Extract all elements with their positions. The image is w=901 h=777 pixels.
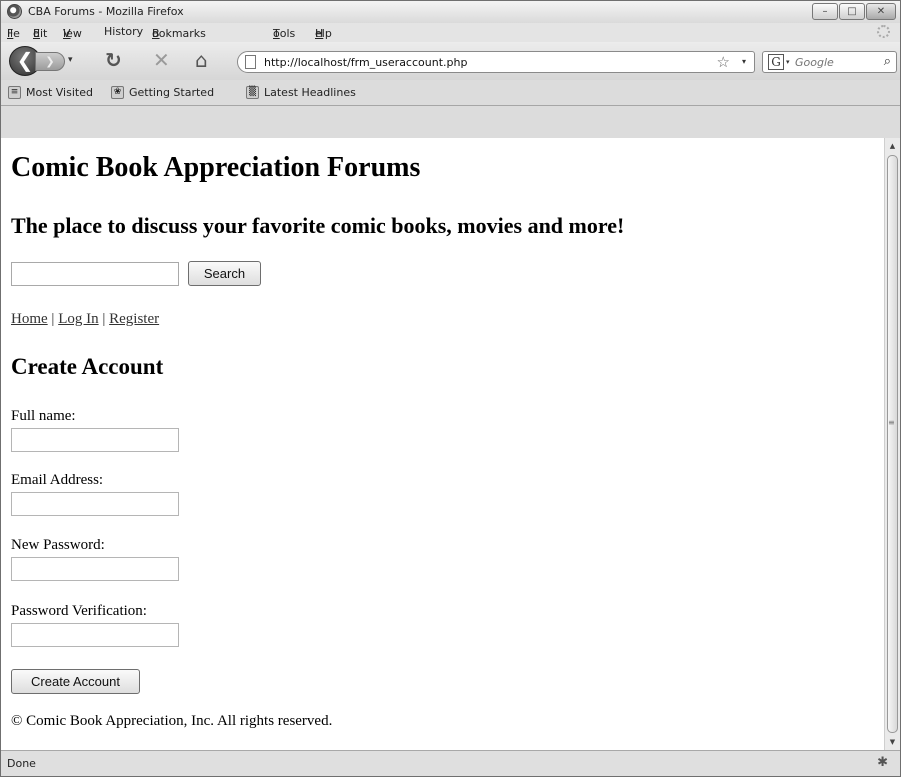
password-verification-field[interactable] (11, 623, 179, 647)
full-name-field[interactable] (11, 428, 179, 452)
firefox-logo-icon (7, 4, 22, 19)
scrollbar-thumb[interactable] (887, 155, 898, 733)
menu-view-rest: iew (63, 27, 82, 40)
getting-started-icon: ❀ (111, 86, 124, 99)
scroll-up-icon[interactable]: ▲ (885, 138, 900, 154)
web-search-input[interactable] (795, 54, 873, 70)
email-field[interactable] (11, 492, 179, 516)
site-nav: Home | Log In | Register (11, 311, 159, 328)
site-tagline: The place to discuss your favorite comic… (11, 213, 625, 238)
page-icon (245, 55, 256, 69)
nav-link-register[interactable]: Register (109, 311, 159, 327)
address-bar: ☆ ▾ (237, 51, 755, 73)
page-content: Comic Book Appreciation Forums The place… (1, 138, 884, 750)
bookmark-star-icon[interactable]: ☆ (717, 53, 730, 71)
bookmark-label: Latest Headlines (264, 86, 356, 99)
throbber-icon (877, 25, 890, 38)
search-button[interactable]: Search (188, 261, 261, 286)
menu-tools-rest: ools (273, 27, 296, 40)
nav-link-log-in[interactable]: Log In (58, 311, 98, 327)
menu-file-rest: ile (7, 27, 20, 40)
url-dropdown-icon[interactable]: ▾ (742, 57, 746, 66)
reload-icon[interactable]: ↻ (105, 50, 122, 70)
bookmark-most-visited[interactable]: ≡ Most Visited (8, 86, 93, 99)
search-bar: G ▾ ⌕ (762, 51, 897, 73)
minimize-button[interactable]: – (812, 3, 838, 20)
browser-window: CBA Forums - Mozilla Firefox – □ ✕ File … (0, 0, 901, 777)
nav-separator: | (51, 311, 55, 327)
bookmark-getting-started[interactable]: ❀ Getting Started (111, 86, 214, 99)
history-dropdown-icon[interactable]: ▾ (68, 55, 73, 65)
section-title: Create Account (11, 354, 164, 379)
forward-button[interactable]: ❯ (35, 52, 65, 71)
menu-bar: File Edit View History Bookmarks Tools H… (1, 23, 900, 42)
most-visited-icon: ≡ (8, 86, 21, 99)
scroll-grip-icon: ≡ (888, 418, 895, 427)
new-password-label: New Password: (11, 537, 105, 553)
bookmark-latest-headlines[interactable]: ▒ Latest Headlines (246, 86, 356, 99)
status-text: Done (7, 757, 36, 770)
engine-dropdown-icon[interactable]: ▾ (786, 58, 790, 66)
full-name-label: Full name: (11, 408, 76, 424)
bookmark-label: Getting Started (129, 86, 215, 99)
menu-edit-rest: dit (33, 27, 48, 40)
email-label: Email Address: (11, 472, 104, 488)
maximize-button[interactable]: □ (839, 3, 865, 20)
close-button[interactable]: ✕ (866, 3, 896, 20)
search-icon[interactable]: ⌕ (884, 54, 891, 69)
copyright-notice: © Comic Book Appreciation, Inc. All righ… (11, 713, 333, 729)
create-account-button[interactable]: Create Account (11, 669, 140, 694)
vertical-scrollbar[interactable]: ▲ ≡ ▼ (884, 138, 900, 750)
home-icon[interactable]: ⌂ (195, 50, 208, 70)
search-input[interactable] (11, 262, 179, 286)
google-engine-icon[interactable]: G (768, 54, 784, 70)
new-password-field[interactable] (11, 557, 179, 581)
menu-bookmarks-rest: ookmarks (152, 27, 206, 40)
window-controls: – □ ✕ (812, 3, 896, 20)
window-title: CBA Forums - Mozilla Firefox (28, 5, 184, 18)
title-bar: CBA Forums - Mozilla Firefox – □ ✕ (1, 1, 900, 23)
site-title: Comic Book Appreciation Forums (11, 152, 421, 183)
navigation-toolbar: ❮ ❯ ▾ ↻ ✕ ⌂ ☆ ▾ G ▾ ⌕ (1, 42, 900, 80)
nav-link-home[interactable]: Home (11, 311, 48, 327)
menu-history[interactable]: History (104, 25, 143, 38)
nav-separator: | (102, 311, 106, 327)
rss-feed-icon: ▒ (246, 86, 259, 99)
status-bar: Done ✱ (1, 750, 900, 776)
addon-status-icon[interactable]: ✱ (877, 755, 888, 770)
scroll-down-icon[interactable]: ▼ (885, 734, 900, 750)
menu-help-rest: elp (315, 27, 332, 40)
bookmarks-toolbar: ≡ Most Visited ❀ Getting Started ▒ Lates… (1, 80, 900, 106)
stop-icon[interactable]: ✕ (153, 50, 170, 70)
bookmark-label: Most Visited (26, 86, 93, 99)
password-verification-label: Password Verification: (11, 603, 147, 619)
url-input[interactable] (264, 54, 694, 70)
